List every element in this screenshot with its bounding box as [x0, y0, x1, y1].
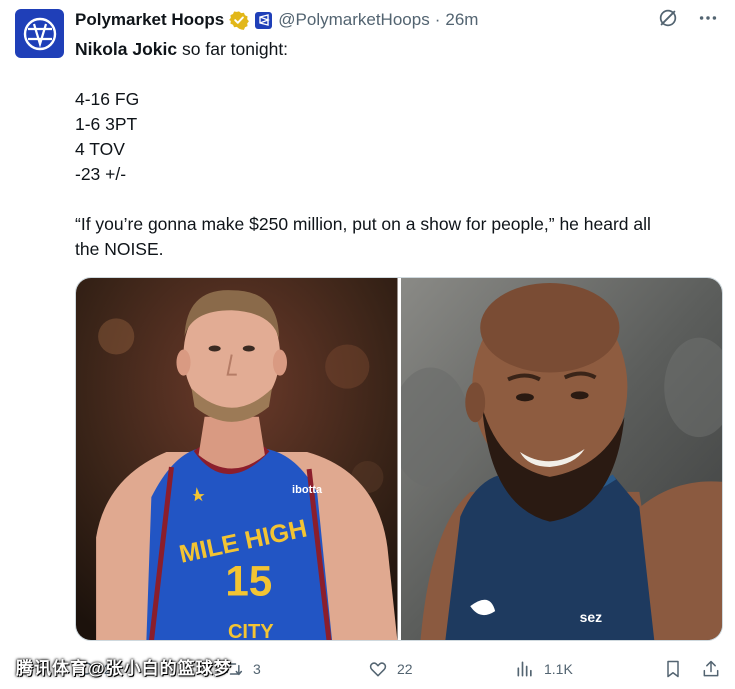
- stat-line: 4 TOV: [75, 139, 125, 159]
- like-button[interactable]: 22: [368, 652, 413, 686]
- display-name[interactable]: Polymarket Hoops: [75, 10, 224, 30]
- jersey-sponsor-left: ibotta: [292, 484, 323, 496]
- reply-icon: [77, 662, 93, 678]
- intro-text: so far tonight:: [177, 39, 289, 59]
- repost-button[interactable]: 3: [222, 652, 261, 686]
- handle[interactable]: @PolymarketHoops: [278, 10, 429, 30]
- repost-count: 3: [253, 661, 261, 677]
- media-grid: ibotta MILE HIGH 15 CITY sez: [75, 277, 723, 641]
- quote-line: “If you’re gonna make $250 million, put …: [75, 214, 651, 234]
- tweet-line-intro: Nikola Jokic so far tonight:: [75, 37, 725, 62]
- jersey-sponsor-right: sez: [579, 609, 601, 625]
- views-chart-icon: [517, 661, 532, 677]
- top-actions: [657, 7, 719, 29]
- jersey-text-bottom: CITY: [228, 621, 274, 640]
- jersey-number: 15: [225, 558, 272, 605]
- reply-button[interactable]: 2: [75, 652, 112, 686]
- photo-jokic[interactable]: ibotta MILE HIGH 15 CITY: [76, 278, 398, 640]
- stat-line: -23 +/-: [75, 164, 127, 184]
- photo-gobert[interactable]: sez: [400, 278, 722, 640]
- like-count: 22: [397, 661, 413, 677]
- bookmark-button[interactable]: [663, 652, 683, 686]
- action-bar: 2 3 22 1.1K: [75, 652, 725, 686]
- tweet-header: Polymarket Hoops @PolymarketHoops · 26m: [75, 8, 478, 32]
- stat-line: 4-16 FG: [75, 89, 140, 109]
- share-button[interactable]: [701, 652, 721, 686]
- more-options-icon[interactable]: [697, 7, 719, 29]
- heart-icon: [369, 662, 387, 677]
- quote-line: the NOISE.: [75, 239, 164, 259]
- views-button[interactable]: 1.1K: [515, 652, 573, 686]
- mention-link[interactable]: Nikola Jokic: [75, 39, 177, 59]
- bookmark-icon: [667, 660, 679, 678]
- tweet-text: Nikola Jokic so far tonight: 4-16 FG 1-6…: [75, 37, 725, 262]
- stat-line: 1-6 3PT: [75, 114, 138, 134]
- verified-badge-icon[interactable]: [229, 10, 250, 30]
- avatar[interactable]: [15, 9, 64, 58]
- timestamp[interactable]: 26m: [445, 10, 478, 30]
- views-count: 1.1K: [544, 661, 573, 677]
- separator-dot: ·: [434, 10, 441, 29]
- repost-icon: [223, 662, 243, 676]
- reply-count: 2: [104, 661, 112, 677]
- polymarket-hoops-logo-icon: [23, 17, 56, 50]
- grok-icon[interactable]: [657, 7, 679, 29]
- affiliate-badge-icon[interactable]: [255, 11, 273, 29]
- share-icon: [703, 660, 719, 677]
